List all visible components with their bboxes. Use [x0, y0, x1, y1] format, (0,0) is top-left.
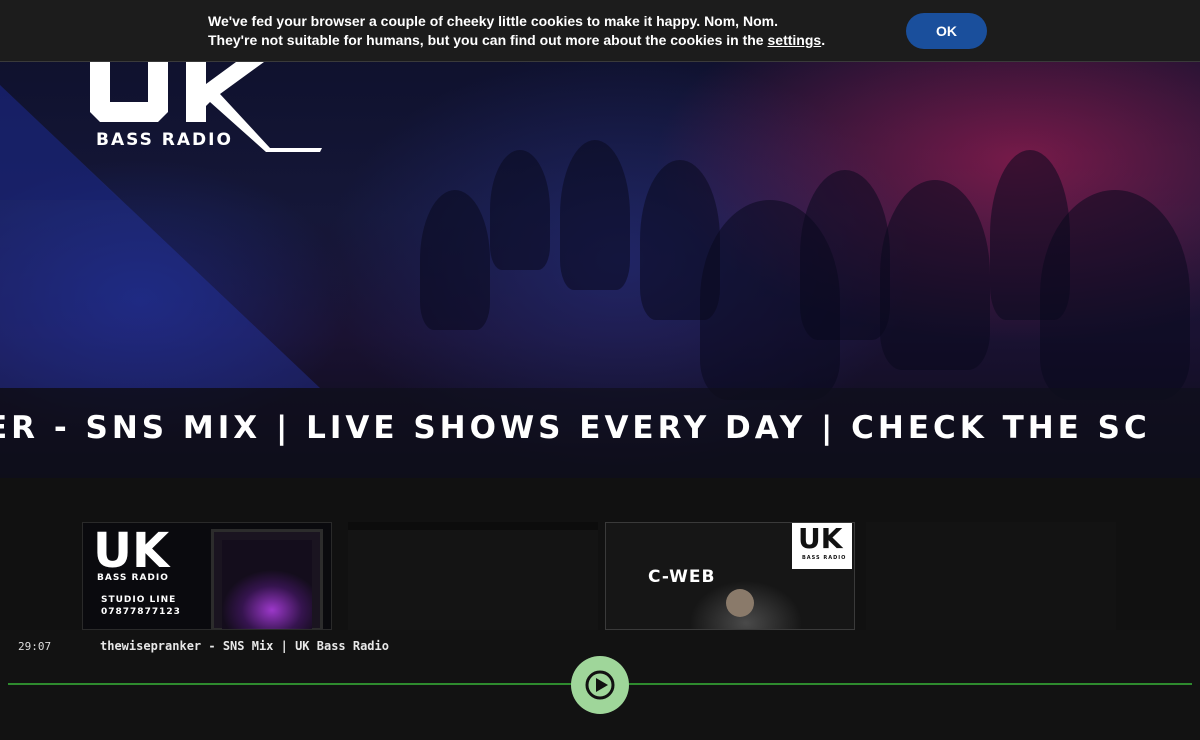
show-card-faded[interactable]: [866, 522, 1116, 630]
play-button[interactable]: [571, 656, 629, 714]
cookie-message-line-1: We've fed your browser a couple of cheek…: [208, 13, 778, 29]
studio-line-label: STUDIO LINE: [101, 595, 177, 605]
card-logo-subtitle: BASS RADIO: [97, 573, 169, 583]
dj-photo-frame: [211, 529, 323, 629]
cookie-message-suffix: .: [821, 32, 826, 48]
cookie-consent-bar: We've fed your browser a couple of cheek…: [0, 0, 1200, 62]
news-ticker: ER - SNS MIX | LIVE SHOWS EVERY DAY | CH…: [0, 388, 1200, 478]
player-track-title: thewisepranker - SNS Mix | UK Bass Radio: [100, 639, 389, 653]
dj-head: [726, 589, 754, 617]
cookie-message: We've fed your browser a couple of cheek…: [208, 12, 888, 50]
card-logo-box: UK BASS RADIO: [792, 523, 852, 569]
cookie-ok-button[interactable]: OK: [906, 13, 987, 49]
hero-banner: BASS RADIO ER - SNS MIX | LIVE SHOWS EVE…: [0, 0, 1200, 478]
dj-name: C-WEB: [648, 567, 716, 587]
audio-player: 29:07 thewisepranker - SNS Mix | UK Bass…: [0, 630, 1200, 740]
card-logo-subtitle: BASS RADIO: [802, 555, 847, 561]
card-logo: UK: [798, 522, 843, 555]
show-card-blank[interactable]: [348, 522, 598, 630]
ticker-text: ER - SNS MIX | LIVE SHOWS EVERY DAY | CH…: [0, 410, 1151, 446]
studio-line-number: 07877877123: [101, 607, 181, 617]
cookie-settings-link[interactable]: settings: [768, 32, 822, 48]
cookie-message-prefix: They're not suitable for humans, but you…: [208, 32, 768, 48]
cookie-message-line-2: They're not suitable for humans, but you…: [208, 31, 888, 50]
dj-photo: [222, 540, 312, 629]
player-elapsed-time: 29:07: [18, 640, 52, 653]
play-icon: [585, 670, 615, 700]
card-logo: UK: [93, 523, 170, 579]
show-card-c-web[interactable]: UK BASS RADIO C-WEB: [605, 522, 855, 630]
show-cards-row: UK BASS RADIO STUDIO LINE 07877877123 UK…: [0, 478, 1200, 630]
page: BASS RADIO ER - SNS MIX | LIVE SHOWS EVE…: [0, 0, 1200, 740]
logo-subtitle: BASS RADIO: [96, 130, 233, 150]
show-card-studio-line[interactable]: UK BASS RADIO STUDIO LINE 07877877123: [82, 522, 332, 630]
